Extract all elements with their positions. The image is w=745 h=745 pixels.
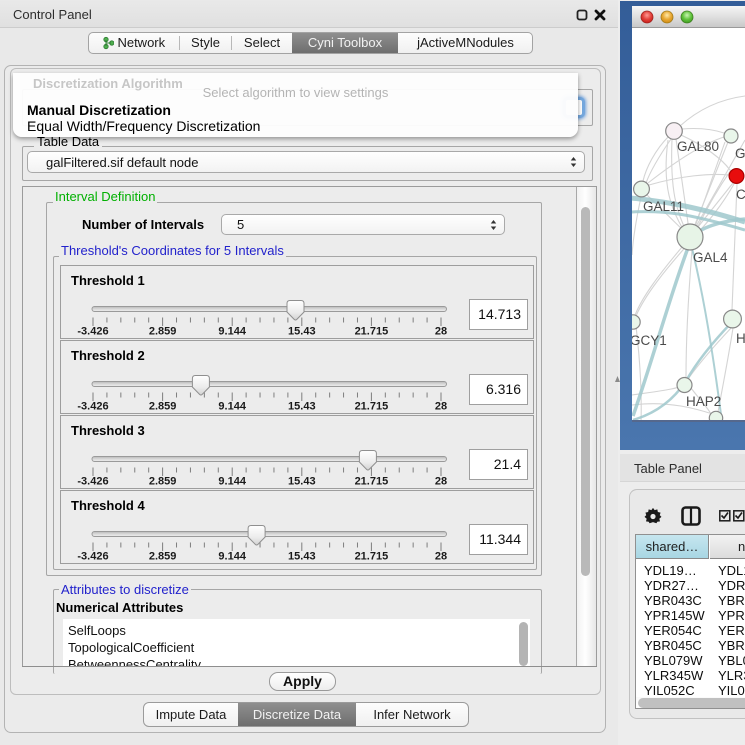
- svg-text:GAL80: GAL80: [677, 139, 719, 154]
- svg-text:GAL11: GAL11: [643, 199, 684, 214]
- svg-text:-3.426: -3.426: [77, 326, 108, 338]
- svg-text:2.859: 2.859: [149, 551, 177, 563]
- svg-text:-3.426: -3.426: [77, 401, 108, 413]
- svg-text:28: 28: [435, 551, 447, 563]
- svg-text:-3.426: -3.426: [77, 551, 108, 563]
- svg-text:21.715: 21.715: [355, 476, 389, 488]
- svg-text:-3.426: -3.426: [77, 476, 108, 488]
- svg-text:15.43: 15.43: [288, 551, 316, 563]
- svg-text:21.715: 21.715: [355, 551, 389, 563]
- svg-text:HAP2: HAP2: [686, 394, 721, 409]
- svg-text:15.43: 15.43: [288, 476, 316, 488]
- svg-text:15.43: 15.43: [288, 326, 316, 338]
- svg-text:28: 28: [435, 326, 447, 338]
- svg-text:2.859: 2.859: [149, 401, 177, 413]
- svg-text:21.715: 21.715: [355, 326, 389, 338]
- svg-text:GAL4: GAL4: [693, 250, 728, 265]
- svg-text:2.859: 2.859: [149, 476, 177, 488]
- svg-text:C: C: [736, 187, 745, 202]
- svg-text:9.144: 9.144: [218, 551, 246, 563]
- svg-text:21.715: 21.715: [355, 401, 389, 413]
- svg-text:15.43: 15.43: [288, 401, 316, 413]
- svg-text:GCY1: GCY1: [632, 333, 667, 348]
- svg-text:9.144: 9.144: [218, 326, 246, 338]
- svg-text:28: 28: [435, 476, 447, 488]
- svg-text:28: 28: [435, 401, 447, 413]
- svg-text:9.144: 9.144: [218, 401, 246, 413]
- svg-text:2.859: 2.859: [149, 326, 177, 338]
- svg-text:GA: GA: [735, 146, 745, 161]
- svg-text:H: H: [736, 331, 745, 346]
- svg-text:9.144: 9.144: [218, 476, 246, 488]
